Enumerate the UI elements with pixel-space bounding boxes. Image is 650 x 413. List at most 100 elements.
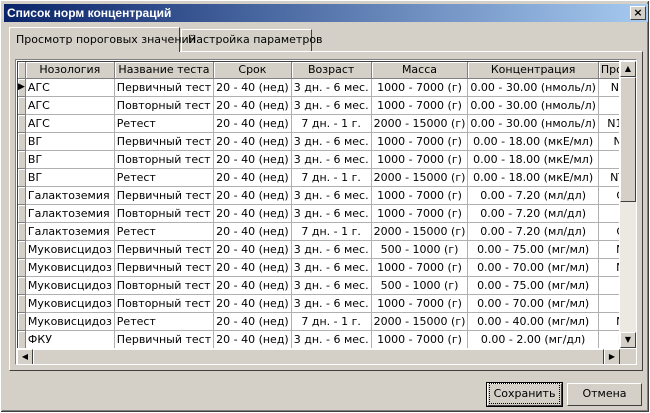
table-cell[interactable]: Галактоземия [25, 222, 115, 241]
horizontal-scroll-thumb[interactable] [33, 349, 604, 364]
table-cell[interactable]: 3 дн. - 6 мес. [291, 132, 372, 151]
table-row[interactable]: Галактоземия Повторный тест 20 - 40 (нед) 3… [18, 204, 619, 223]
table-cell[interactable]: 20 - 40 (нед) [213, 96, 292, 115]
table-cell[interactable]: Муковисцидоз [25, 240, 115, 259]
table-cell[interactable]: 0.00 - 7.20 (мл/дл) [467, 186, 599, 205]
table-cell[interactable]: 20 - 40 (нед) [213, 294, 292, 313]
table-cell[interactable] [598, 276, 619, 295]
table-cell[interactable]: 0.00 - 30.00 (нмоль/л) [467, 96, 599, 115]
table-cell[interactable] [598, 96, 619, 115]
tab-threshold-view[interactable]: Просмотр пороговых значений [9, 27, 196, 52]
table-cell[interactable]: 0.00 - 18.00 (мкЕ/мл) [467, 132, 599, 151]
table-cell[interactable]: 20 - 40 (нед) [213, 330, 292, 348]
table-cell[interactable]: 3 дн. - 6 мес. [291, 258, 372, 277]
table-cell[interactable]: ВГ [25, 168, 115, 187]
column-header[interactable]: Масса [371, 62, 469, 79]
table-cell[interactable]: 1000 - 7000 (г) [371, 204, 469, 223]
table-row[interactable]: АГС Ретест 20 - 40 (нед) 7 дн. - 1 г. 2000 -… [18, 114, 619, 133]
close-button[interactable]: × [630, 6, 646, 20]
table-cell[interactable]: 3 дн. - 6 мес. [291, 186, 372, 205]
column-header[interactable]: Протокол [598, 62, 619, 79]
table-cell[interactable]: Муковисцидоз [25, 312, 115, 331]
table-cell[interactable]: Повторный тест [114, 276, 215, 295]
table-cell[interactable]: 2000 - 15000 (г) [371, 114, 469, 133]
table-cell[interactable]: Ретест [114, 114, 215, 133]
table-cell[interactable]: N17PSS [598, 114, 619, 133]
table-cell[interactable]: Повторный тест [114, 294, 215, 313]
table-cell[interactable]: Ретест [114, 222, 215, 241]
table-cell[interactable]: 0.00 - 18.00 (мкЕ/мл) [467, 150, 599, 169]
table-cell[interactable]: 20 - 40 (нед) [213, 312, 292, 331]
table-row[interactable]: ▶ АГС Первичный тест 20 - 40 (нед) 3 дн. - 6… [18, 78, 619, 97]
table-cell[interactable]: 3 дн. - 6 мес. [291, 294, 372, 313]
table-row[interactable]: Муковисцидоз Повторный тест 20 - 40 (нед) 3… [18, 294, 619, 313]
table-cell[interactable]: 20 - 40 (нед) [213, 132, 292, 151]
scroll-right-button[interactable]: ▶ [604, 349, 620, 364]
table-cell[interactable]: 1000 - 7000 (г) [371, 132, 469, 151]
table-cell[interactable]: 0.00 - 75.00 (мг/мл) [467, 276, 599, 295]
row-indicator[interactable] [18, 114, 26, 133]
table-cell[interactable]: Первичный тест [114, 240, 215, 259]
table-cell[interactable]: Ретест [114, 312, 215, 331]
table-cell[interactable]: 1000 - 7000 (г) [371, 258, 469, 277]
table-cell[interactable]: Первичный тест [114, 330, 215, 348]
table-cell[interactable]: ВГ [25, 132, 115, 151]
table-cell[interactable]: 3 дн. - 6 мес. [291, 150, 372, 169]
table-cell[interactable]: 3 дн. - 6 мес. [291, 78, 372, 97]
row-indicator[interactable] [18, 258, 26, 277]
table-cell[interactable]: NIRT [598, 258, 619, 277]
table-cell[interactable]: Повторный тест [114, 150, 215, 169]
table-cell[interactable]: N17PS [598, 78, 619, 97]
column-header[interactable]: Возраст [291, 62, 372, 79]
table-cell[interactable]: Галактоземия [25, 186, 115, 205]
table-cell[interactable]: 0.00 - 70.00 (мг/мл) [467, 294, 599, 313]
table-row[interactable]: Муковисцидоз Ретест 20 - 40 (нед) 7 дн. - 1… [18, 312, 619, 331]
row-indicator[interactable] [18, 132, 26, 151]
table-cell[interactable]: Первичный тест [114, 132, 215, 151]
table-cell[interactable]: NIRT [598, 240, 619, 259]
table-cell[interactable]: Повторный тест [114, 96, 215, 115]
table-cell[interactable]: 3 дн. - 6 мес. [291, 240, 372, 259]
table-cell[interactable]: 3 дн. - 6 мес. [291, 330, 372, 348]
horizontal-scrollbar[interactable]: ◀ ▶ [17, 349, 620, 364]
table-cell[interactable]: 20 - 40 (нед) [213, 222, 292, 241]
row-indicator[interactable] [18, 276, 26, 295]
table-row[interactable]: АГС Повторный тест 20 - 40 (нед) 3 дн. - 6 … [18, 96, 619, 115]
table-cell[interactable]: 1000 - 7000 (г) [371, 150, 469, 169]
row-indicator[interactable] [18, 330, 26, 348]
table-cell[interactable]: 500 - 1000 (г) [371, 276, 469, 295]
table-row[interactable]: Муковисцидоз Первичный тест 20 - 40 (нед) 3… [18, 240, 619, 259]
column-header[interactable]: Нозология [25, 62, 115, 79]
table-cell[interactable]: Первичный тест [114, 258, 215, 277]
column-header[interactable]: Название теста [114, 62, 215, 79]
table-cell[interactable]: PKU [598, 330, 619, 348]
table-cell[interactable]: 2000 - 15000 (г) [371, 222, 469, 241]
table-cell[interactable]: 20 - 40 (нед) [213, 150, 292, 169]
table-cell[interactable]: 500 - 1000 (г) [371, 240, 469, 259]
table-cell[interactable]: 20 - 40 (нед) [213, 168, 292, 187]
table-cell[interactable]: 7 дн. - 1 г. [291, 114, 372, 133]
table-cell[interactable]: 0.00 - 40.00 (мг/мл) [467, 312, 599, 331]
scroll-down-button[interactable]: ▼ [620, 332, 636, 348]
table-cell[interactable]: 1000 - 7000 (г) [371, 78, 469, 97]
table-row[interactable]: ФКУ Первичный тест 20 - 40 (нед) 3 дн. - 6 … [18, 330, 619, 348]
table-cell[interactable]: АГС [25, 114, 115, 133]
column-header[interactable]: Срок [213, 62, 292, 79]
table-cell[interactable]: 20 - 40 (нед) [213, 258, 292, 277]
table-cell[interactable]: Муковисцидоз [25, 294, 115, 313]
row-indicator[interactable] [18, 96, 26, 115]
table-cell[interactable]: GAO [598, 186, 619, 205]
table-cell[interactable]: 0.00 - 2.00 (мг/дл) [467, 330, 599, 348]
table-cell[interactable]: 0.00 - 7.20 (мл/дл) [467, 204, 599, 223]
row-indicator[interactable] [18, 240, 26, 259]
title-bar[interactable]: Список норм концентраций × [4, 4, 648, 22]
table-cell[interactable]: NIRT [598, 312, 619, 331]
table-cell[interactable]: 20 - 40 (нед) [213, 114, 292, 133]
cancel-button[interactable]: Отмена [567, 383, 642, 406]
table-cell[interactable]: 0.00 - 18.00 (мкЕ/мл) [467, 168, 599, 187]
scroll-up-button[interactable]: ▲ [620, 61, 636, 77]
table-row[interactable]: Галактоземия Ретест 20 - 40 (нед) 7 дн. - 1… [18, 222, 619, 241]
table-cell[interactable]: 7 дн. - 1 г. [291, 222, 372, 241]
table-cell[interactable]: Первичный тест [114, 78, 215, 97]
row-indicator[interactable] [18, 150, 26, 169]
